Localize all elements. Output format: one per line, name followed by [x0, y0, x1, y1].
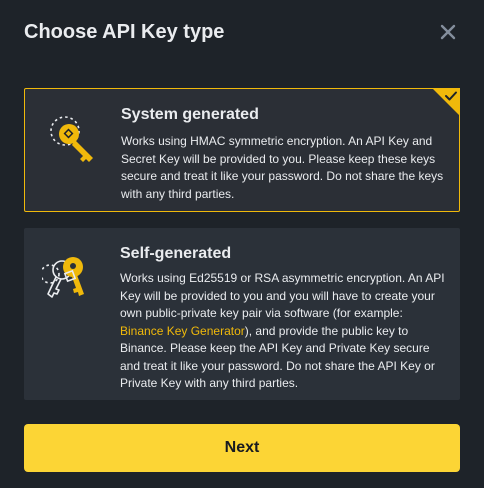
- binance-key-generator-link[interactable]: Binance Key Generator: [120, 324, 245, 338]
- key-icon: [50, 116, 93, 162]
- check-icon: [432, 88, 460, 116]
- option-self-generated[interactable]: Self-generated Works using Ed25519 or RS…: [24, 228, 460, 400]
- close-button[interactable]: [436, 20, 460, 44]
- keys-icon: [42, 257, 84, 298]
- option-system-generated[interactable]: System generated Works using HMAC symmet…: [24, 88, 460, 212]
- option-description: Works using Ed25519 or RSA asymmetric en…: [120, 270, 446, 393]
- option-description: Works using HMAC symmetric encryption. A…: [121, 134, 444, 201]
- dialog-title: Choose API Key type: [24, 21, 225, 43]
- next-button[interactable]: Next: [24, 424, 460, 472]
- option-title: System generated: [121, 106, 259, 123]
- close-icon: [440, 24, 456, 40]
- option-title: Self-generated: [120, 245, 232, 262]
- choose-api-key-dialog: Choose API Key type System generated Wor…: [0, 0, 484, 488]
- description-text: Works using Ed25519 or RSA asymmetric en…: [120, 271, 445, 320]
